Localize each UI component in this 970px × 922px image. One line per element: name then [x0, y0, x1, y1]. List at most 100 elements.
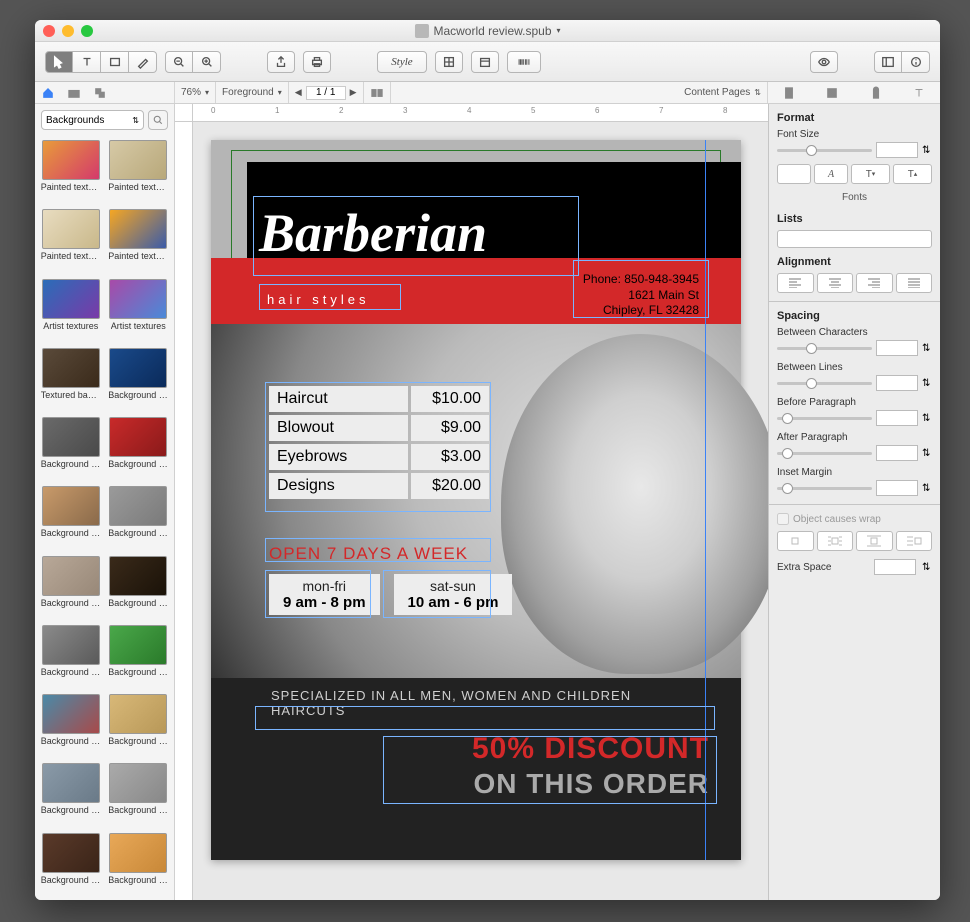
library-thumbnail[interactable]: Painted textures: [39, 140, 103, 203]
price-row[interactable]: Eyebrows$3.00: [269, 444, 489, 470]
wrap-none-button[interactable]: [777, 531, 814, 551]
preview-button[interactable]: [810, 51, 838, 73]
select-tool-button[interactable]: [45, 51, 73, 73]
library-thumbnail[interactable]: Background 29: [39, 417, 103, 480]
color-well[interactable]: [777, 164, 811, 184]
page-number-field[interactable]: [306, 86, 346, 100]
library-camera-icon[interactable]: [67, 86, 81, 100]
library-thumbnail[interactable]: Background Pi...: [39, 763, 103, 826]
text-tool-button[interactable]: [73, 51, 101, 73]
close-window-button[interactable]: [43, 25, 55, 37]
library-thumbnail[interactable]: Painted textures: [39, 209, 103, 272]
inspector-tab-document-icon[interactable]: [782, 86, 796, 100]
window-title[interactable]: Macworld review.spub ▾: [414, 24, 560, 38]
content-pages-dropdown[interactable]: Content Pages: [684, 87, 750, 98]
wrap-above-below-button[interactable]: [856, 531, 893, 551]
layer-dropdown[interactable]: Foreground: [222, 87, 274, 98]
zoom-out-button[interactable]: [165, 51, 193, 73]
before-para-slider[interactable]: ⇅: [777, 410, 932, 426]
open-hours-heading[interactable]: OPEN 7 DAYS A WEEK: [269, 544, 468, 564]
library-thumbnail[interactable]: Background 02: [107, 348, 171, 411]
table-button[interactable]: [435, 51, 463, 73]
library-thumbnail[interactable]: Background Pi...: [39, 486, 103, 549]
hours-box[interactable]: sat-sun10 am - 6 pm: [394, 574, 513, 615]
share-button[interactable]: [267, 51, 295, 73]
extra-space-field[interactable]: [874, 559, 916, 575]
inset-margin-slider[interactable]: ⇅: [777, 480, 932, 496]
price-row[interactable]: Designs$20.00: [269, 473, 489, 499]
style-dropdown[interactable]: Style: [377, 51, 427, 73]
price-row[interactable]: Blowout$9.00: [269, 415, 489, 441]
align-right-button[interactable]: [856, 273, 893, 293]
smaller-text-button[interactable]: T▾: [851, 164, 890, 184]
inspector-toggle-button[interactable]: [902, 51, 930, 73]
library-thumbnail[interactable]: Background Pi...: [107, 556, 171, 619]
zoom-level-label[interactable]: 76%: [181, 87, 201, 98]
library-thumbnail[interactable]: Background Pi...: [107, 833, 171, 896]
zoom-in-button[interactable]: [193, 51, 221, 73]
next-page-button[interactable]: ▶: [350, 87, 357, 98]
wrap-around-button[interactable]: [817, 531, 854, 551]
horizontal-ruler[interactable]: 012345678: [193, 104, 768, 122]
document-page[interactable]: Barberian hair styles Phone: 850-948-394…: [211, 140, 741, 860]
library-home-icon[interactable]: [41, 86, 55, 100]
lists-select[interactable]: [777, 230, 932, 248]
library-thumbnail[interactable]: Background Pi...: [107, 763, 171, 826]
barcode-button[interactable]: [507, 51, 541, 73]
canvas-viewport[interactable]: Barberian hair styles Phone: 850-948-394…: [193, 122, 768, 900]
library-thumbnail[interactable]: Background Pi...: [39, 694, 103, 757]
wrap-checkbox[interactable]: Object causes wrap: [777, 513, 932, 525]
discount-line1[interactable]: 50% DISCOUNT: [472, 732, 709, 766]
business-subtitle[interactable]: hair styles: [267, 292, 370, 307]
library-thumbnail[interactable]: Painted textures: [107, 209, 171, 272]
library-thumbnail[interactable]: Background Pi...: [107, 694, 171, 757]
after-para-slider[interactable]: ⇅: [777, 445, 932, 461]
inspector-tab-text-icon[interactable]: [912, 86, 926, 100]
titlebar[interactable]: Macworld review.spub ▾: [35, 20, 940, 42]
draw-tool-button[interactable]: [129, 51, 157, 73]
library-category-select[interactable]: Backgrounds⇅: [41, 110, 144, 130]
library-thumbnail[interactable]: Artist textures: [107, 279, 171, 342]
library-thumbnail[interactable]: Painted textures: [107, 140, 171, 203]
font-size-stepper[interactable]: ⇅: [922, 145, 932, 156]
hours-row[interactable]: mon-fri9 am - 8 pm sat-sun10 am - 6 pm: [269, 574, 512, 615]
contact-block[interactable]: Phone: 850-948-3945 1621 Main St Chipley…: [583, 272, 699, 319]
fonts-button[interactable]: A: [814, 164, 848, 184]
ruler-origin[interactable]: [175, 104, 193, 122]
spread-view-icon[interactable]: [370, 86, 384, 100]
hours-box[interactable]: mon-fri9 am - 8 pm: [269, 574, 380, 615]
library-thumbnail[interactable]: Background Pi...: [39, 833, 103, 896]
price-row[interactable]: Haircut$10.00: [269, 386, 489, 412]
library-thumbnail[interactable]: Background Pi...: [39, 625, 103, 688]
library-shapes-icon[interactable]: [93, 86, 107, 100]
align-justify-button[interactable]: [896, 273, 933, 293]
bigger-text-button[interactable]: T▴: [893, 164, 932, 184]
char-spacing-slider[interactable]: ⇅: [777, 340, 932, 356]
library-thumbnail[interactable]: Background 32: [107, 417, 171, 480]
wrap-largest-button[interactable]: [896, 531, 933, 551]
library-thumbnail[interactable]: Background Pi...: [39, 556, 103, 619]
vertical-guide[interactable]: [705, 140, 706, 860]
shape-tool-button[interactable]: [101, 51, 129, 73]
prev-page-button[interactable]: ◀: [295, 87, 302, 98]
inspector-tab-appearance-icon[interactable]: [869, 86, 883, 100]
font-size-slider[interactable]: ⇅: [777, 142, 932, 158]
calendar-button[interactable]: [471, 51, 499, 73]
library-thumbnail[interactable]: Background Pi...: [107, 486, 171, 549]
panels-toggle-button[interactable]: [874, 51, 902, 73]
inspector-tab-geometry-icon[interactable]: [825, 86, 839, 100]
business-title[interactable]: Barberian: [259, 202, 487, 264]
align-left-button[interactable]: [777, 273, 814, 293]
minimize-window-button[interactable]: [62, 25, 74, 37]
library-thumbnail[interactable]: Artist textures: [39, 279, 103, 342]
line-spacing-slider[interactable]: ⇅: [777, 375, 932, 391]
align-center-button[interactable]: [817, 273, 854, 293]
library-thumbnail[interactable]: Textured back...: [39, 348, 103, 411]
price-table[interactable]: Haircut$10.00 Blowout$9.00 Eyebrows$3.00 De…: [269, 386, 489, 502]
specialized-text[interactable]: SPECIALIZED IN ALL MEN, WOMEN AND CHILDR…: [271, 688, 709, 718]
library-search-button[interactable]: [148, 110, 168, 130]
font-size-field[interactable]: [876, 142, 918, 158]
zoom-window-button[interactable]: [81, 25, 93, 37]
print-button[interactable]: [303, 51, 331, 73]
vertical-ruler[interactable]: [175, 122, 193, 900]
